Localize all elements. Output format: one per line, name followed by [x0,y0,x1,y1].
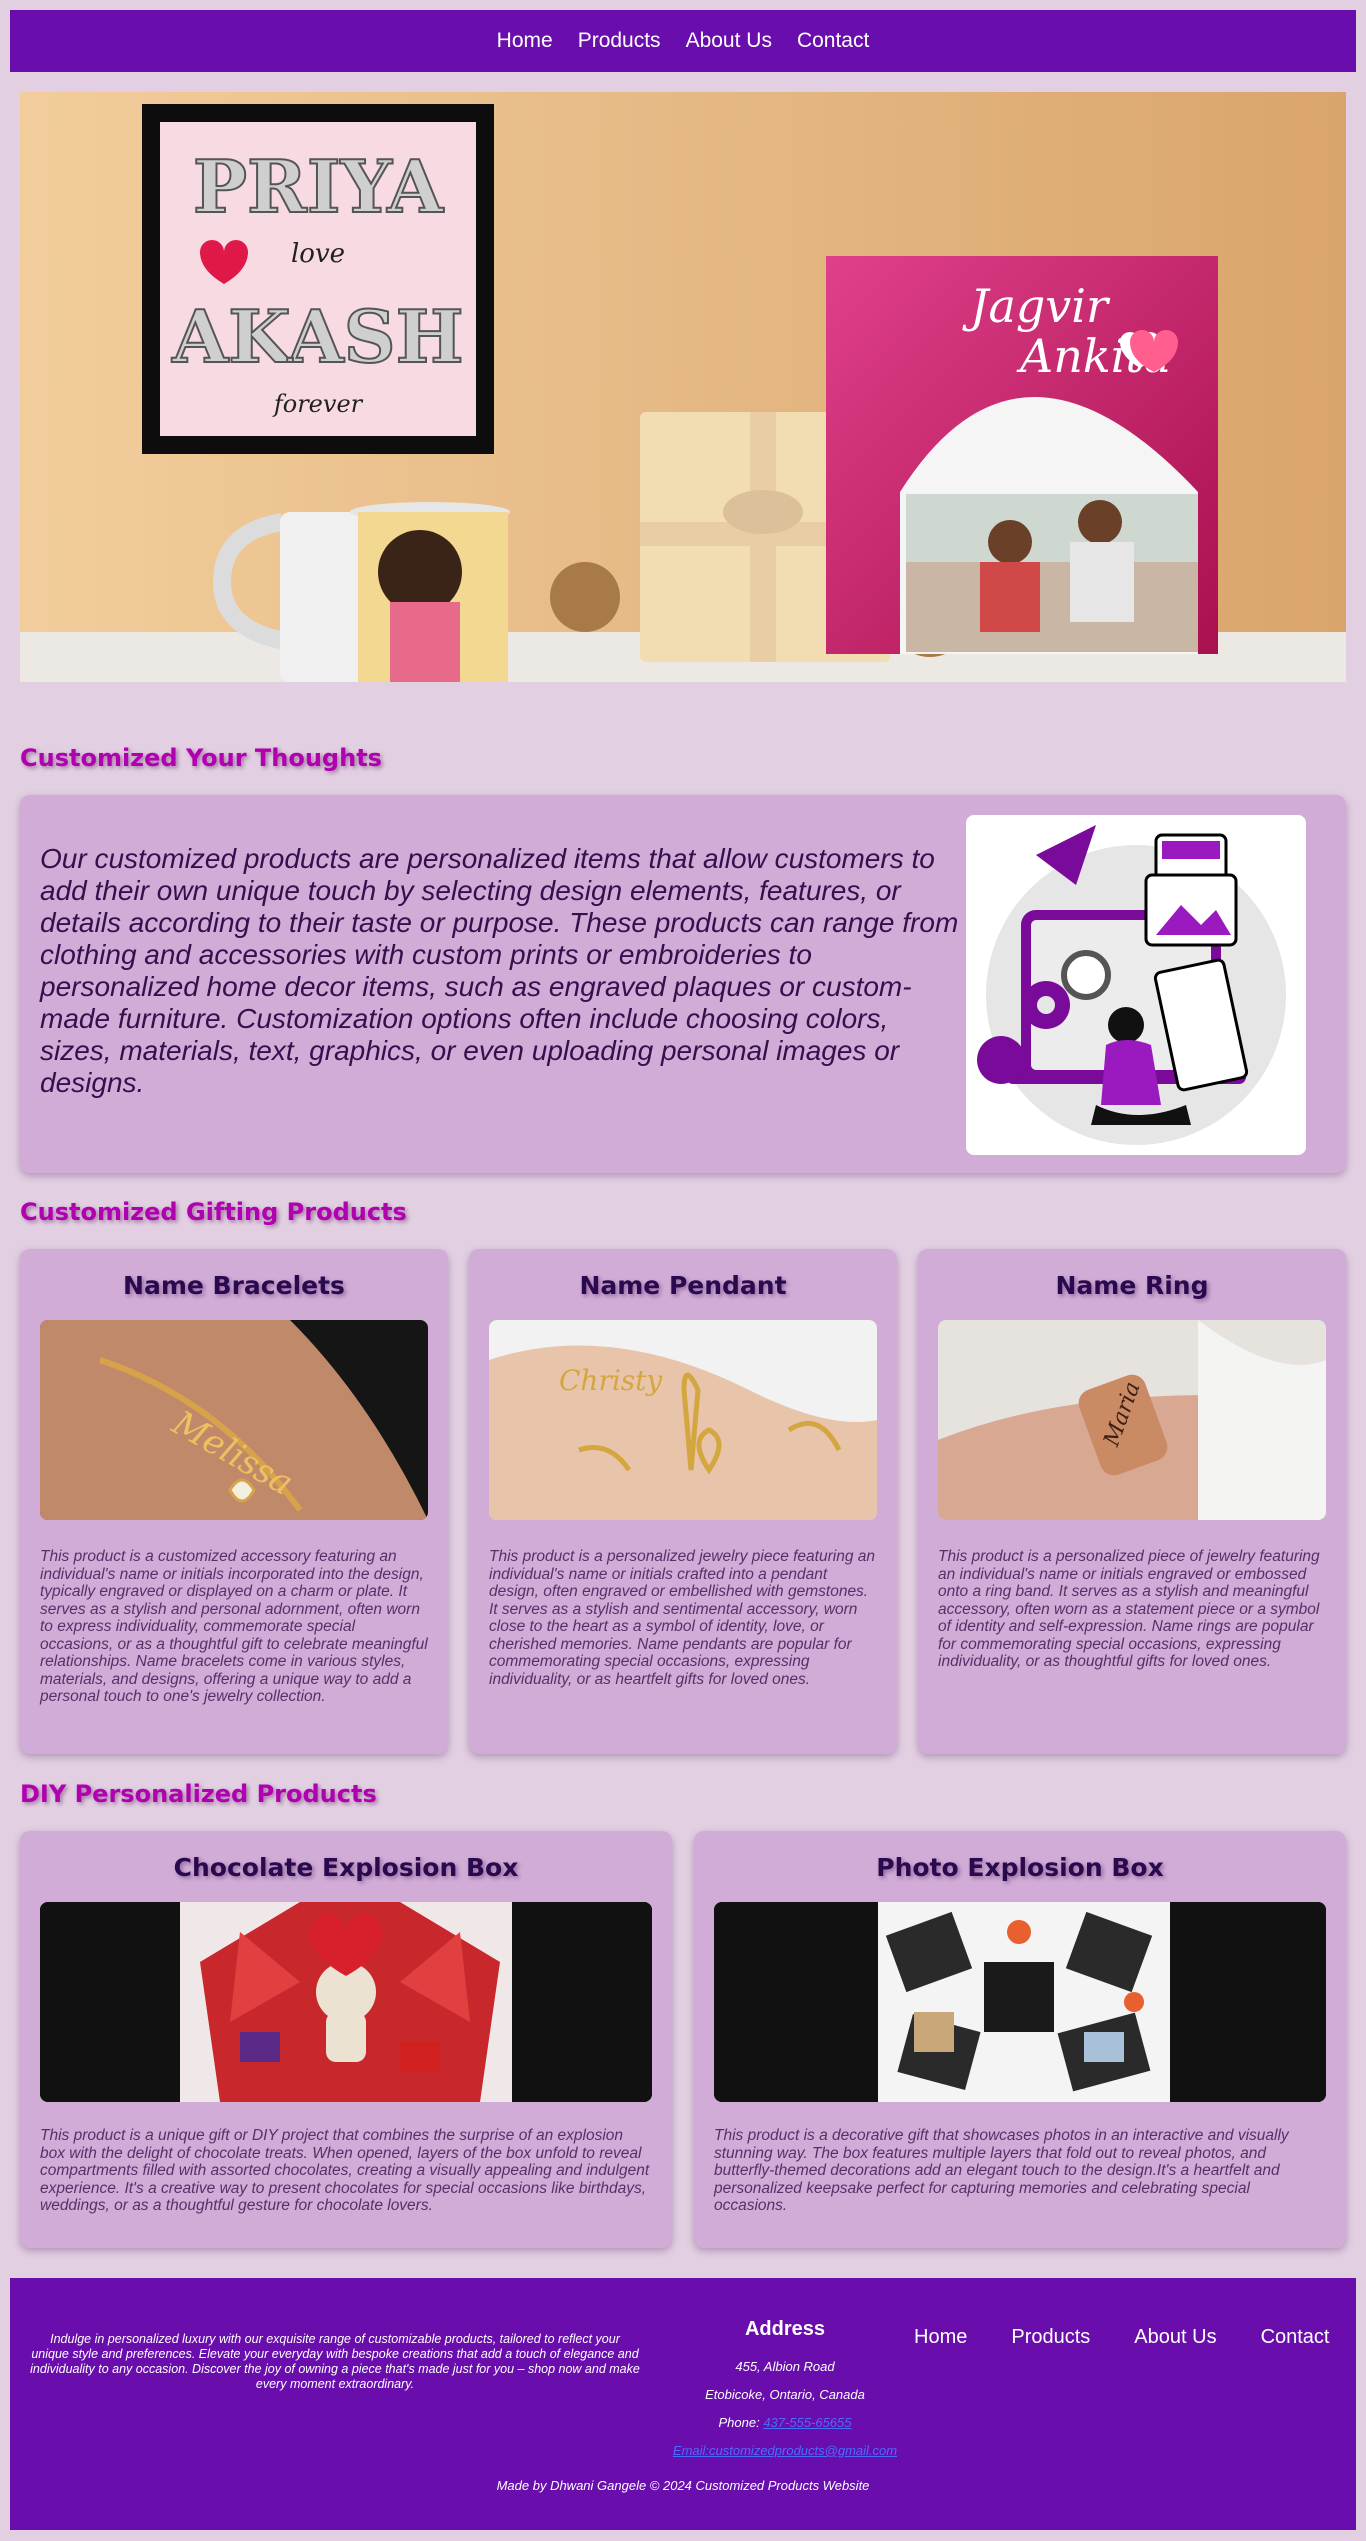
copyright: Made by Dhwani Gangele © 2024 Customized… [496,2478,870,2493]
book-name-1: Jagvir [962,279,1111,333]
about-text: Our customized products are personalized… [40,843,959,1098]
nav-products-link[interactable]: Products [578,29,661,53]
product-image-chocolate-box [40,1902,652,2102]
footer-tagline: Indulge in personalized luxury with our … [30,2332,640,2391]
address-phone: Phone: 437-555-65655 [718,2415,852,2430]
phone-link[interactable]: 437-555-65655 [763,2415,851,2430]
footer-products-link[interactable]: Products [1011,2326,1090,2349]
product-card-ring: Name Ring Maria This product is a person… [918,1249,1346,1754]
nav-home-link[interactable]: Home [497,29,553,53]
product-desc-bracelets: This product is a customized accessory f… [40,1548,428,1705]
product-title-photo-box: Photo Explosion Box [876,1853,1164,1882]
about-card: Our customized products are personalized… [20,795,1346,1173]
footer-nav: Home Products About Us Contact [914,2326,1330,2349]
product-card-photo-box: Photo Explosion Box This product is a de… [694,1831,1346,2248]
product-image-pendant: Christy [489,1320,877,1520]
hero-image: PRIYA love AKASH forever Jagvir Ankita [20,92,1346,682]
email-link[interactable]: Email:customizedproducts@gmail.com [673,2443,897,2458]
product-desc-pendant: This product is a personalized jewelry p… [489,1548,875,1688]
product-card-bracelets: Name Bracelets Melissa This product is a… [20,1249,448,1754]
address-city: Etobicoke, Ontario, Canada [705,2387,865,2402]
address-street: 455, Albion Road [735,2359,835,2374]
frame-name-top: PRIYA [193,144,444,229]
product-title-bracelets: Name Bracelets [123,1271,345,1300]
nav-about-link[interactable]: About Us [686,29,772,53]
footer: Indulge in personalized luxury with our … [10,2278,1356,2530]
footer-contact-link[interactable]: Contact [1261,2326,1330,2349]
pendant-engraving: Christy [559,1364,663,1397]
product-card-chocolate-box: Chocolate Explosion Box This product is … [20,1831,672,2248]
about-illustration [966,815,1306,1155]
customization-illustration [977,825,1286,1145]
product-title-pendant: Name Pendant [579,1271,787,1300]
hero-banner: PRIYA love AKASH forever Jagvir Ankita [20,92,1346,682]
nav-contact-link[interactable]: Contact [797,29,869,53]
footer-about-link[interactable]: About Us [1134,2326,1216,2349]
product-desc-photo-box: This product is a decorative gift that s… [714,2127,1289,2214]
product-title-chocolate-box: Chocolate Explosion Box [173,1853,519,1882]
diy-section-title: DIY Personalized Products [20,1780,377,1808]
product-image-bracelets: Melissa [40,1320,428,1520]
top-nav: Home Products About Us Contact [10,10,1356,72]
product-desc-ring: This product is a personalized piece of … [938,1548,1320,1670]
footer-home-link[interactable]: Home [914,2326,967,2349]
address-title: Address [744,2318,826,2340]
frame-forever-text: forever [272,390,364,418]
footer-address: Address 455, Albion Road Etobicoke, Onta… [640,2318,930,2465]
product-image-ring: Maria [938,1320,1326,1520]
product-card-pendant: Name Pendant Christy This product is a p… [469,1249,897,1754]
product-image-photo-box [714,1902,1326,2102]
gifting-section-title: Customized Gifting Products [20,1198,407,1226]
frame-name-bottom: AKASH [171,294,463,379]
product-desc-chocolate-box: This product is a unique gift or DIY pro… [40,2127,650,2214]
product-title-ring: Name Ring [1055,1271,1209,1300]
address-email: Email:customizedproducts@gmail.com [640,2437,930,2465]
about-section-title: Customized Your Thoughts [20,744,382,772]
frame-love-text: love [291,239,345,269]
